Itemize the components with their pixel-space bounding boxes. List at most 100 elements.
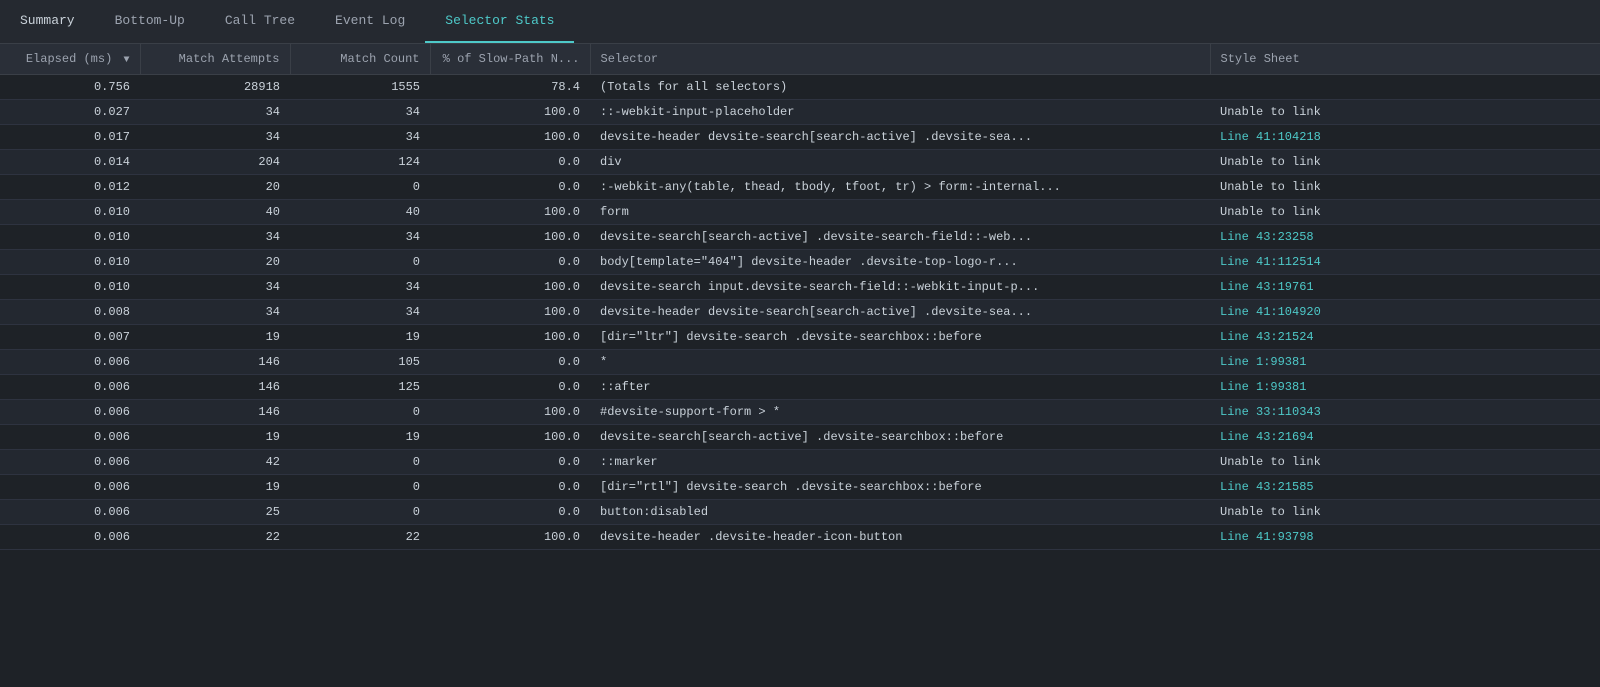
cell-match-attempts: 146 xyxy=(140,350,290,375)
cell-slow-path: 100.0 xyxy=(430,425,590,450)
cell-stylesheet[interactable]: Line 41:104218 xyxy=(1210,125,1600,150)
col-header-match-attempts[interactable]: Match Attempts xyxy=(140,44,290,75)
cell-elapsed: 0.010 xyxy=(0,275,140,300)
cell-elapsed: 0.756 xyxy=(0,75,140,100)
cell-match-attempts: 34 xyxy=(140,300,290,325)
table-row: 0.0273434100.0::-webkit-input-placeholde… xyxy=(0,100,1600,125)
cell-selector: (Totals for all selectors) xyxy=(590,75,1210,100)
stylesheet-link[interactable]: Line 43:23258 xyxy=(1220,230,1314,244)
cell-selector: devsite-search[search-active] .devsite-s… xyxy=(590,225,1210,250)
cell-selector: [dir="rtl"] devsite-search .devsite-sear… xyxy=(590,475,1210,500)
cell-slow-path: 100.0 xyxy=(430,225,590,250)
cell-elapsed: 0.010 xyxy=(0,250,140,275)
col-header-stylesheet[interactable]: Style Sheet xyxy=(1210,44,1600,75)
cell-stylesheet[interactable]: Line 41:93798 xyxy=(1210,525,1600,550)
cell-match-attempts: 34 xyxy=(140,125,290,150)
cell-stylesheet[interactable]: Line 43:23258 xyxy=(1210,225,1600,250)
cell-elapsed: 0.008 xyxy=(0,300,140,325)
table-row: 0.0104040100.0formUnable to link xyxy=(0,200,1600,225)
cell-stylesheet[interactable]: Line 41:104920 xyxy=(1210,300,1600,325)
table-row: 0.0122000.0:-webkit-any(table, thead, tb… xyxy=(0,175,1600,200)
stylesheet-link[interactable]: Line 41:112514 xyxy=(1220,255,1321,269)
table-row: 0.0102000.0body[template="404"] devsite-… xyxy=(0,250,1600,275)
stylesheet-link[interactable]: Line 1:99381 xyxy=(1220,355,1306,369)
cell-match-count: 34 xyxy=(290,275,430,300)
cell-match-attempts: 34 xyxy=(140,225,290,250)
stylesheet-link[interactable]: Line 41:104920 xyxy=(1220,305,1321,319)
cell-selector: :-webkit-any(table, thead, tbody, tfoot,… xyxy=(590,175,1210,200)
tabs-bar: SummaryBottom-UpCall TreeEvent LogSelect… xyxy=(0,0,1600,44)
cell-match-count: 0 xyxy=(290,500,430,525)
stylesheet-link[interactable]: Line 43:21585 xyxy=(1220,480,1314,494)
stylesheet-link[interactable]: Line 43:21524 xyxy=(1220,330,1314,344)
col-header-elapsed[interactable]: Elapsed (ms) ▼ xyxy=(0,44,140,75)
table-row: 0.0061460100.0#devsite-support-form > *L… xyxy=(0,400,1600,425)
cell-match-attempts: 28918 xyxy=(140,75,290,100)
tab-selector-stats[interactable]: Selector Stats xyxy=(425,0,574,43)
slow-path-label: % of Slow-Path N... xyxy=(443,52,580,66)
elapsed-label: Elapsed (ms) xyxy=(26,52,112,66)
tab-call-tree[interactable]: Call Tree xyxy=(205,0,315,43)
col-header-slow-path[interactable]: % of Slow-Path N... xyxy=(430,44,590,75)
cell-slow-path: 78.4 xyxy=(430,75,590,100)
cell-selector: devsite-header devsite-search[search-act… xyxy=(590,125,1210,150)
cell-stylesheet: Unable to link xyxy=(1210,100,1600,125)
cell-match-attempts: 25 xyxy=(140,500,290,525)
tab-bottom-up[interactable]: Bottom-Up xyxy=(95,0,205,43)
cell-elapsed: 0.017 xyxy=(0,125,140,150)
table-header-row: Elapsed (ms) ▼ Match Attempts Match Coun… xyxy=(0,44,1600,75)
cell-match-attempts: 40 xyxy=(140,200,290,225)
cell-match-count: 1555 xyxy=(290,75,430,100)
cell-slow-path: 100.0 xyxy=(430,125,590,150)
col-header-selector[interactable]: Selector xyxy=(590,44,1210,75)
match-attempts-label: Match Attempts xyxy=(179,52,280,66)
cell-stylesheet[interactable]: Line 43:21585 xyxy=(1210,475,1600,500)
cell-slow-path: 0.0 xyxy=(430,350,590,375)
table-row: 0.75628918155578.4(Totals for all select… xyxy=(0,75,1600,100)
cell-match-count: 125 xyxy=(290,375,430,400)
cell-match-count: 34 xyxy=(290,225,430,250)
table-row: 0.0061461050.0*Line 1:99381 xyxy=(0,350,1600,375)
table-body: 0.75628918155578.4(Totals for all select… xyxy=(0,75,1600,550)
cell-match-count: 34 xyxy=(290,125,430,150)
cell-stylesheet[interactable]: Line 43:19761 xyxy=(1210,275,1600,300)
cell-match-attempts: 22 xyxy=(140,525,290,550)
stylesheet-link[interactable]: Line 43:21694 xyxy=(1220,430,1314,444)
cell-elapsed: 0.006 xyxy=(0,500,140,525)
table-row: 0.0103434100.0devsite-search[search-acti… xyxy=(0,225,1600,250)
cell-stylesheet[interactable]: Line 41:112514 xyxy=(1210,250,1600,275)
stylesheet-link[interactable]: Line 41:104218 xyxy=(1220,130,1321,144)
stylesheet-link[interactable]: Line 43:19761 xyxy=(1220,280,1314,294)
cell-slow-path: 0.0 xyxy=(430,475,590,500)
cell-elapsed: 0.027 xyxy=(0,100,140,125)
cell-stylesheet xyxy=(1210,75,1600,100)
cell-match-count: 0 xyxy=(290,400,430,425)
cell-slow-path: 0.0 xyxy=(430,500,590,525)
tab-event-log[interactable]: Event Log xyxy=(315,0,425,43)
cell-stylesheet: Unable to link xyxy=(1210,200,1600,225)
cell-match-attempts: 34 xyxy=(140,275,290,300)
cell-stylesheet[interactable]: Line 1:99381 xyxy=(1210,375,1600,400)
stylesheet-link[interactable]: Line 1:99381 xyxy=(1220,380,1306,394)
cell-match-count: 34 xyxy=(290,300,430,325)
tab-summary[interactable]: Summary xyxy=(0,0,95,43)
table-row: 0.0061900.0[dir="rtl"] devsite-search .d… xyxy=(0,475,1600,500)
cell-stylesheet[interactable]: Line 43:21524 xyxy=(1210,325,1600,350)
cell-elapsed: 0.006 xyxy=(0,350,140,375)
cell-match-attempts: 19 xyxy=(140,425,290,450)
cell-stylesheet[interactable]: Line 33:110343 xyxy=(1210,400,1600,425)
selector-stats-table: Elapsed (ms) ▼ Match Attempts Match Coun… xyxy=(0,44,1600,550)
stylesheet-link[interactable]: Line 33:110343 xyxy=(1220,405,1321,419)
cell-match-count: 22 xyxy=(290,525,430,550)
cell-stylesheet: Unable to link xyxy=(1210,500,1600,525)
stylesheet-link[interactable]: Line 41:93798 xyxy=(1220,530,1314,544)
cell-stylesheet[interactable]: Line 1:99381 xyxy=(1210,350,1600,375)
cell-slow-path: 100.0 xyxy=(430,300,590,325)
cell-slow-path: 100.0 xyxy=(430,100,590,125)
cell-slow-path: 0.0 xyxy=(430,250,590,275)
col-header-match-count[interactable]: Match Count xyxy=(290,44,430,75)
cell-match-count: 0 xyxy=(290,250,430,275)
cell-stylesheet[interactable]: Line 43:21694 xyxy=(1210,425,1600,450)
cell-selector: ::-webkit-input-placeholder xyxy=(590,100,1210,125)
selector-label: Selector xyxy=(601,52,659,66)
